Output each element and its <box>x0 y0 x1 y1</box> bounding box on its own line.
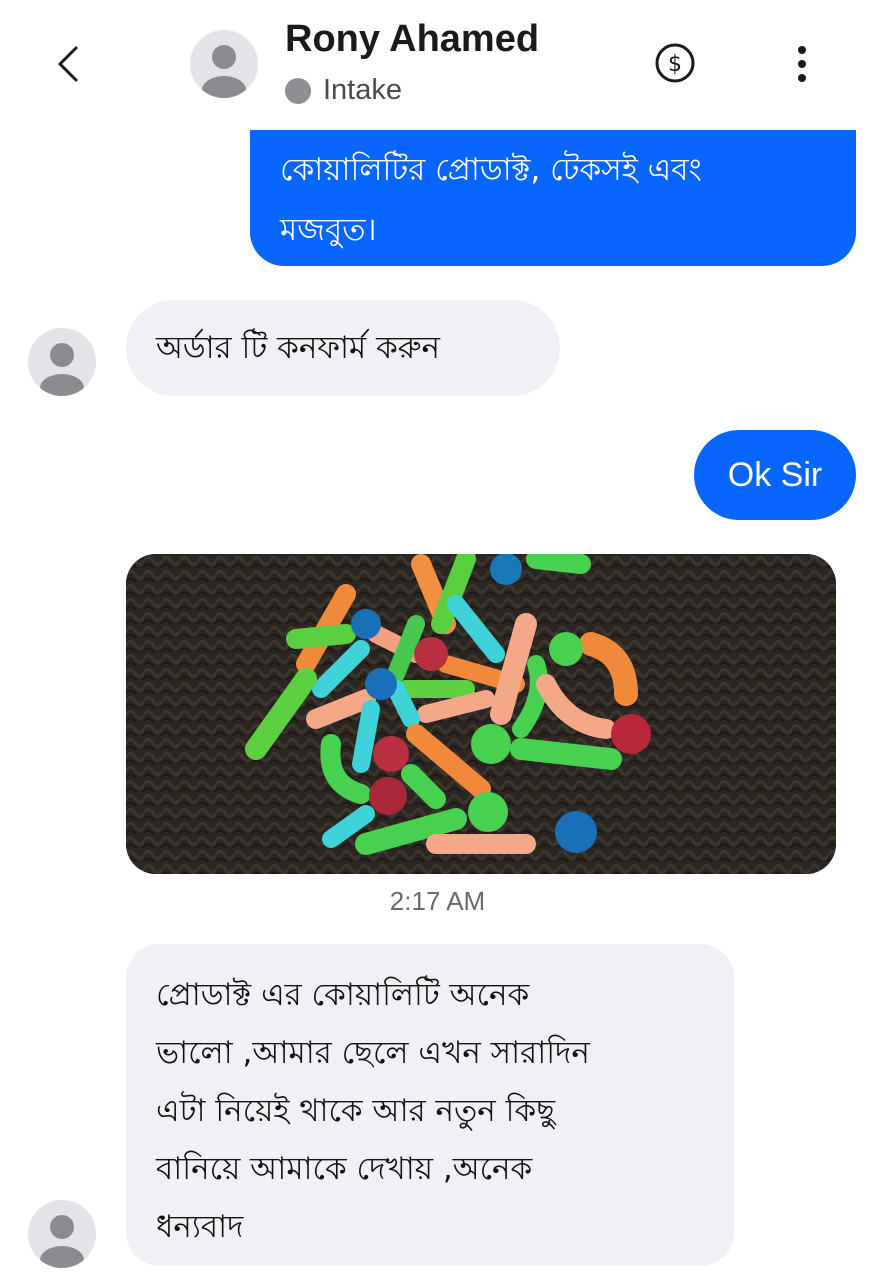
message-text: অর্ডার টি কনফার্ম করুন <box>156 330 441 366</box>
sender-avatar[interactable] <box>28 1200 96 1268</box>
status-dot <box>285 77 311 104</box>
message-incoming[interactable]: অর্ডার টি কনফার্ম করুন <box>126 300 560 396</box>
person-icon <box>40 343 84 396</box>
message-incoming[interactable]: প্রোডাক্ট এর কোয়ালিটি অনেক ভালো ,আমার ছ… <box>126 944 734 1266</box>
sender-avatar[interactable] <box>28 328 96 396</box>
message-text: কোয়ালিটির প্রোডাক্ট, টেকসই এবং মজবুত। <box>280 152 702 248</box>
dollar-icon: $ <box>655 43 695 83</box>
chat-header: Rony Ahamed Intake $ <box>0 0 875 130</box>
message-timestamp: 2:17 AM <box>389 886 486 916</box>
payment-button[interactable]: $ <box>654 42 696 84</box>
contact-status: Intake <box>285 74 402 107</box>
more-vertical-icon <box>798 46 806 82</box>
contact-name[interactable]: Rony Ahamed <box>285 18 539 61</box>
message-outgoing[interactable]: Ok Sir <box>694 430 856 520</box>
contact-avatar[interactable] <box>190 30 258 98</box>
person-icon <box>40 1215 84 1268</box>
status-label: Intake <box>323 74 402 106</box>
photo-magnetic-sticks-toy <box>126 554 836 874</box>
person-icon <box>202 45 246 98</box>
photo-message[interactable] <box>126 554 836 874</box>
message-outgoing[interactable]: কোয়ালিটির প্রোডাক্ট, টেকসই এবং মজবুত। <box>250 110 856 266</box>
more-options-button[interactable] <box>788 40 816 88</box>
back-chevron-icon <box>58 46 78 82</box>
back-button[interactable] <box>48 40 92 88</box>
svg-text:$: $ <box>668 52 682 77</box>
message-text: Ok Sir <box>727 456 823 494</box>
message-text: প্রোডাক্ট এর কোয়ালিটি অনেক ভালো ,আমার ছ… <box>156 977 590 1245</box>
